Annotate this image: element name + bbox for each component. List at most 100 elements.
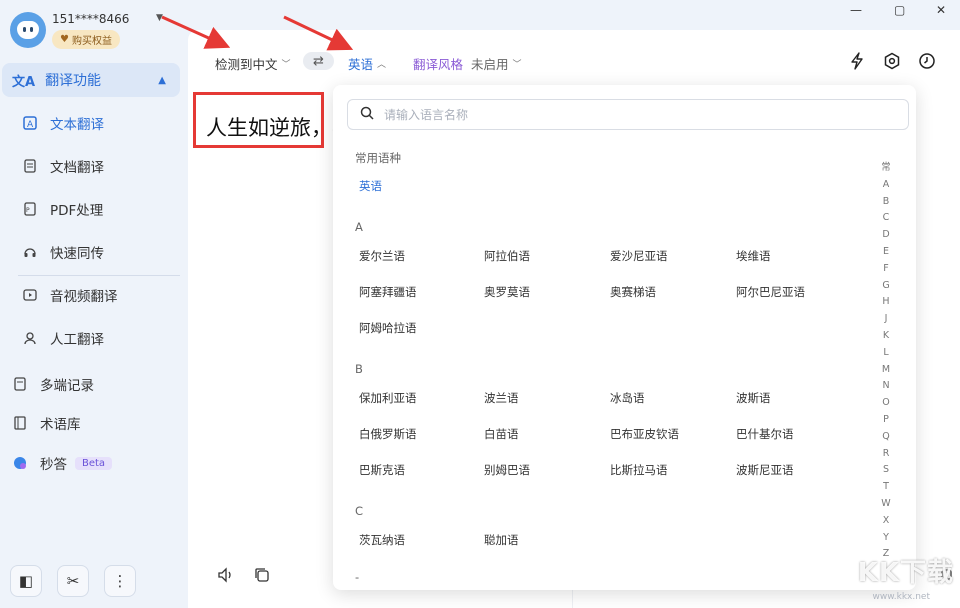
index-letter[interactable]: 常 xyxy=(881,160,891,177)
swap-icon: ⇄ xyxy=(313,53,324,69)
lang-option[interactable]: 比斯拉马语 xyxy=(610,462,668,478)
more-button[interactable]: ⋮ xyxy=(104,565,136,597)
sidebar-item-pdf[interactable]: P PDF处理 xyxy=(22,197,103,221)
sidebar-item-simultaneous[interactable]: 快速同传 xyxy=(22,240,104,264)
index-letter[interactable]: A xyxy=(883,177,890,194)
lang-option[interactable]: 波斯尼亚语 xyxy=(736,462,794,478)
index-letter[interactable]: N xyxy=(882,378,889,395)
lang-option[interactable]: 奥罗莫语 xyxy=(484,284,530,300)
lang-option[interactable]: 阿塞拜疆语 xyxy=(359,284,417,300)
lang-option[interactable]: 巴什基尔语 xyxy=(736,426,794,442)
lang-option[interactable]: 巴斯克语 xyxy=(359,462,405,478)
lang-option[interactable]: 埃维语 xyxy=(736,248,771,264)
section-head-c: C xyxy=(355,504,364,518)
index-letter[interactable]: P xyxy=(883,412,889,429)
index-letter[interactable]: X xyxy=(883,513,890,530)
lang-option[interactable]: 爱沙尼亚语 xyxy=(610,248,668,264)
index-letter[interactable]: K xyxy=(883,328,889,345)
svg-text:A: A xyxy=(27,120,34,130)
source-lang-select[interactable]: 检测到中文 ﹀ xyxy=(215,54,291,73)
sidebar-item-human-translate[interactable]: 人工翻译 xyxy=(22,326,104,350)
copy-icon[interactable] xyxy=(252,565,272,585)
sidebar-item-label: 音视频翻译 xyxy=(50,289,118,305)
speaker-icon[interactable] xyxy=(216,565,236,585)
chevron-down-icon: ﹀ xyxy=(281,60,291,70)
lang-option[interactable]: 白苗语 xyxy=(484,426,519,442)
collapse-icon[interactable]: ▲ xyxy=(158,75,166,86)
text-icon: A xyxy=(22,115,38,131)
lightning-icon[interactable] xyxy=(846,50,868,72)
lang-option[interactable]: 保加利亚语 xyxy=(359,390,417,406)
lang-option[interactable]: 英语 xyxy=(359,178,382,194)
lang-option[interactable]: 巴布亚皮钦语 xyxy=(610,426,679,442)
index-letter[interactable]: M xyxy=(882,362,890,379)
nav-group-translate[interactable]: 文A 翻译功能 ▲ xyxy=(2,63,180,97)
lang-option[interactable]: 爱尔兰语 xyxy=(359,248,405,264)
sidebar-item-label: 术语库 xyxy=(40,417,81,433)
avatar[interactable] xyxy=(10,12,46,48)
vip-label: 购买权益 xyxy=(71,36,112,47)
pdf-icon: P xyxy=(22,201,38,217)
translate-toolbar: 检测到中文 ﹀ ⇄ 英语 ︿ 翻译风格 未启用 ﹀ xyxy=(188,30,960,92)
style-value: 未启用 xyxy=(471,57,509,72)
index-letter[interactable]: O xyxy=(882,395,889,412)
document-icon xyxy=(22,158,38,174)
history-icon xyxy=(12,376,28,392)
maximize-icon[interactable]: ▢ xyxy=(894,3,905,17)
style-select[interactable]: 翻译风格 未启用 ﹀ xyxy=(413,54,522,73)
sidebar-toggle-button[interactable]: ◧ xyxy=(10,565,42,597)
lang-option[interactable]: 别姆巴语 xyxy=(484,462,530,478)
index-letter[interactable]: S xyxy=(883,462,889,479)
account-dropdown-icon[interactable]: ▼ xyxy=(156,13,163,23)
source-lang-label: 检测到中文 xyxy=(215,57,278,72)
watermark-logo: KK下载 xyxy=(857,558,954,588)
index-letter[interactable]: C xyxy=(883,210,890,227)
user-account[interactable]: 151****8466 ♥ 购买权益 xyxy=(10,8,129,49)
index-letter[interactable]: F xyxy=(883,261,888,278)
sidebar-item-glossary[interactable]: 术语库 xyxy=(12,411,81,435)
close-icon[interactable]: ✕ xyxy=(936,3,946,17)
index-letter[interactable]: T xyxy=(883,479,889,496)
lang-option[interactable]: 聪加语 xyxy=(484,532,519,548)
index-letter[interactable]: L xyxy=(883,345,888,362)
index-letter[interactable]: Q xyxy=(882,429,889,446)
screenshot-button[interactable]: ✂ xyxy=(57,565,89,597)
settings-icon[interactable] xyxy=(881,50,903,72)
index-letter[interactable]: W xyxy=(881,496,890,513)
lang-option[interactable]: 阿拉伯语 xyxy=(484,248,530,264)
index-letter[interactable]: E xyxy=(883,244,889,261)
sidebar-item-label: 人工翻译 xyxy=(50,332,104,348)
language-search[interactable] xyxy=(347,99,909,130)
lang-option[interactable]: 茨瓦纳语 xyxy=(359,532,405,548)
lang-option[interactable]: 阿姆哈拉语 xyxy=(359,320,417,336)
sidebar-item-doc-translate[interactable]: 文档翻译 xyxy=(22,154,104,178)
search-input[interactable] xyxy=(384,107,864,122)
index-letter[interactable]: R xyxy=(883,446,890,463)
index-letter[interactable]: H xyxy=(882,294,889,311)
user-phone: 151****8466 xyxy=(52,12,130,26)
lang-option[interactable]: 奥赛梯语 xyxy=(610,284,656,300)
sidebar-item-text-translate[interactable]: A 文本翻译 xyxy=(22,111,104,135)
vip-button[interactable]: ♥ 购买权益 xyxy=(52,30,120,49)
index-letter[interactable]: J xyxy=(885,311,888,328)
lang-option[interactable]: 波兰语 xyxy=(484,390,519,406)
lang-option[interactable]: 阿尔巴尼亚语 xyxy=(736,284,805,300)
swap-lang-button[interactable]: ⇄ xyxy=(303,52,334,70)
sidebar-item-history[interactable]: 多端记录 xyxy=(12,372,94,396)
target-lang-select[interactable]: 英语 ︿ xyxy=(348,54,386,73)
user-info: 151****8466 ♥ 购买权益 xyxy=(52,8,129,49)
sidebar-item-quick-answer[interactable]: 秒答 Beta xyxy=(12,451,113,475)
index-letter[interactable]: D xyxy=(882,227,889,244)
minimize-icon[interactable]: — xyxy=(850,3,862,17)
alphabet-index[interactable]: 常 A B C D E F G H J K L M N O P Q R S T … xyxy=(879,160,893,563)
index-letter[interactable]: Y xyxy=(883,530,889,547)
search-icon xyxy=(360,106,374,124)
lang-option[interactable]: 波斯语 xyxy=(736,390,771,406)
index-letter[interactable]: G xyxy=(882,278,889,295)
index-letter[interactable]: B xyxy=(883,194,890,211)
sidebar-item-av-translate[interactable]: 音视频翻译 xyxy=(22,283,118,307)
lang-option[interactable]: 冰岛语 xyxy=(610,390,645,406)
history-clock-icon[interactable] xyxy=(916,50,938,72)
person-icon xyxy=(22,330,38,346)
lang-option[interactable]: 白俄罗斯语 xyxy=(359,426,417,442)
